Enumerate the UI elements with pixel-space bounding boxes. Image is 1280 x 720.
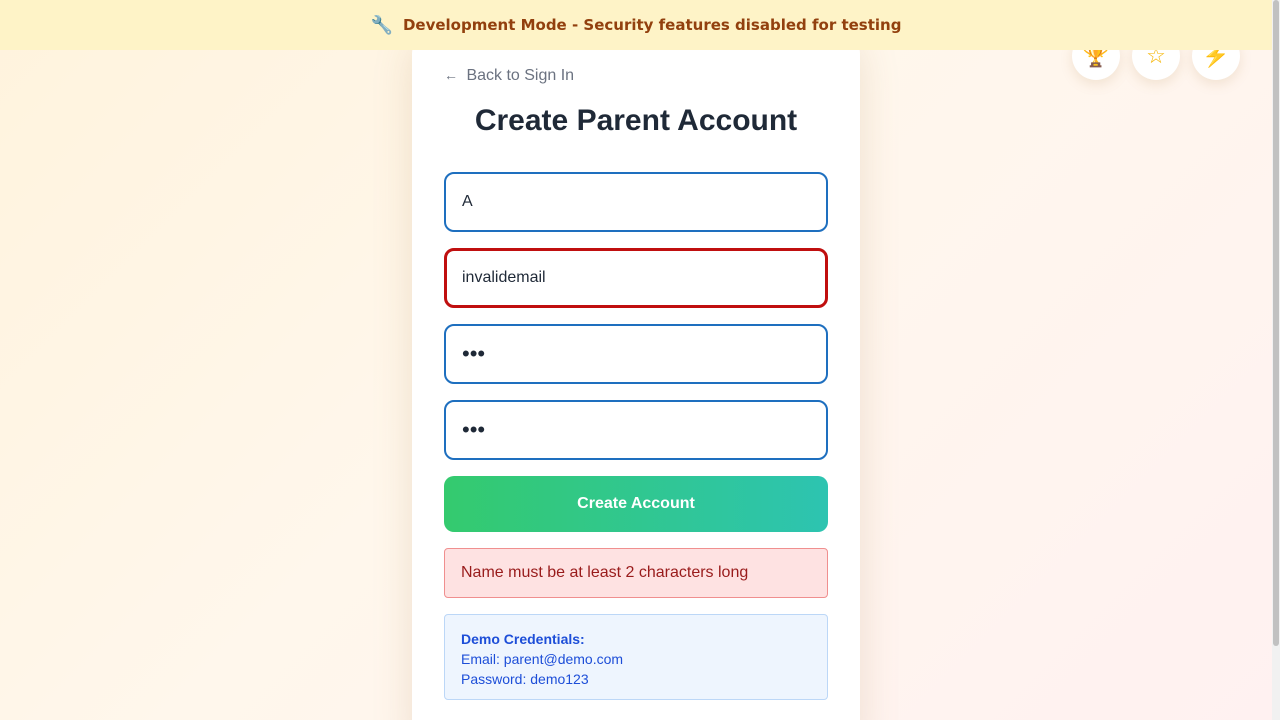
demo-password-line: Password: demo123 — [461, 671, 589, 687]
demo-credentials-box: Demo Credentials: Email: parent@demo.com… — [444, 614, 828, 700]
scrollbar-thumb[interactable] — [1273, 0, 1279, 646]
wrench-icon: 🔧 — [370, 14, 393, 36]
back-link-label: Back to Sign In — [466, 67, 575, 84]
demo-credentials-heading: Demo Credentials: — [461, 631, 585, 647]
error-alert: Name must be at least 2 characters long — [444, 548, 828, 598]
password-input-value: ••• — [462, 341, 486, 366]
name-input[interactable]: A — [444, 172, 828, 232]
create-account-label: Create Account — [577, 495, 695, 512]
dev-mode-banner: 🔧 Development Mode - Security features d… — [0, 0, 1272, 50]
name-input-value: A — [462, 193, 473, 210]
page-title: Create Parent Account — [474, 104, 798, 137]
email-input-value: invalidemail — [462, 269, 546, 286]
confirm-password-input-value: ••• — [462, 417, 486, 442]
dev-mode-banner-text: Development Mode - Security features dis… — [402, 16, 902, 34]
error-message: Name must be at least 2 characters long — [461, 564, 749, 581]
signup-card: ← Back to Sign In Create Parent Account … — [412, 30, 860, 720]
demo-email-line: Email: parent@demo.com — [461, 651, 624, 667]
back-to-sign-in-link[interactable]: ← Back to Sign In — [444, 67, 574, 85]
confirm-password-input[interactable]: ••• — [444, 400, 828, 460]
email-input[interactable]: invalidemail — [444, 248, 828, 308]
create-account-button[interactable]: Create Account — [444, 476, 828, 532]
arrow-left-icon: ← — [444, 67, 458, 83]
password-input[interactable]: ••• — [444, 324, 828, 384]
